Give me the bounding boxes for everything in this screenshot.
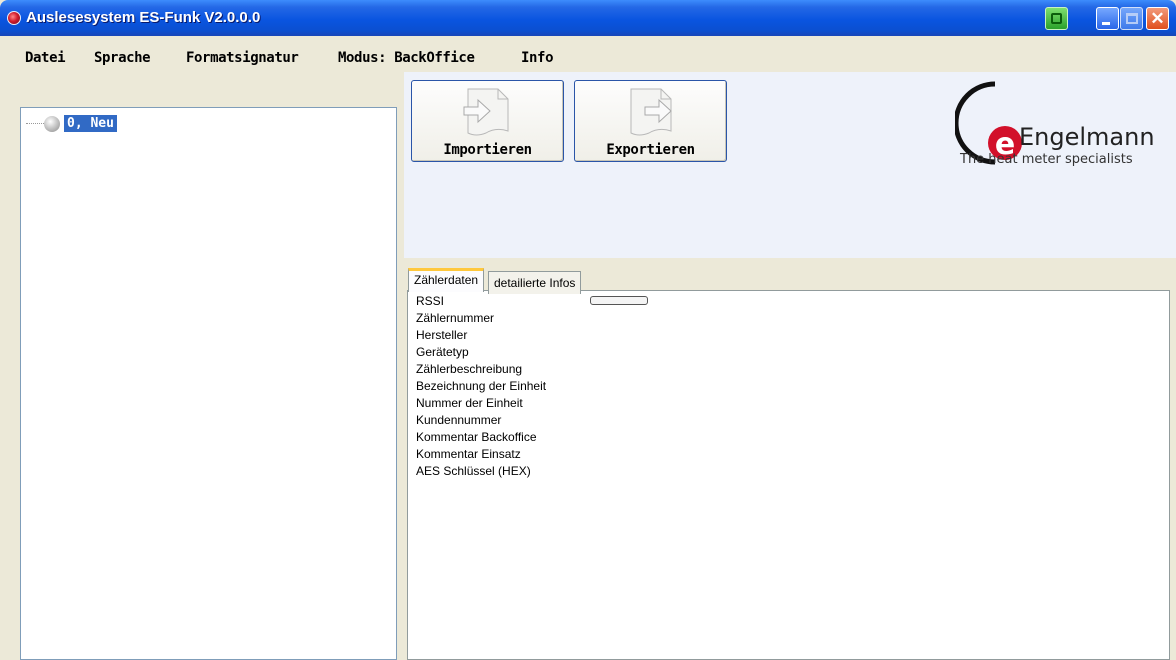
import-button-label: Importieren [443, 142, 532, 158]
export-button-label: Exportieren [606, 142, 695, 158]
tree-connector [26, 123, 44, 124]
menu-datei[interactable]: Datei [25, 50, 66, 66]
close-icon: ✕ [1150, 9, 1165, 28]
menu-bar [0, 36, 1176, 70]
field-geraetetyp: Gerätetyp [416, 345, 469, 359]
logo-tagline: The heat meter specialists [960, 152, 1133, 167]
menu-info[interactable]: Info [521, 50, 554, 66]
tree-node-label[interactable]: 0, Neu [64, 115, 117, 132]
tray-icon [1051, 13, 1062, 24]
rssi-bar [590, 296, 648, 305]
minimize-button[interactable] [1096, 7, 1119, 30]
import-icon [463, 88, 509, 136]
close-button[interactable]: ✕ [1146, 7, 1169, 30]
window-title: Auslesesystem ES-Funk V2.0.0.0 [26, 9, 261, 26]
tab-zaehlerdaten[interactable]: Zählerdaten [408, 268, 485, 292]
tray-icon-button[interactable] [1045, 7, 1068, 30]
tab-detailierte-infos[interactable]: detailierte Infos [488, 271, 582, 294]
export-icon [630, 88, 672, 136]
logo-name: Engelmann [1019, 123, 1155, 151]
field-kommentar-einsatz: Kommentar Einsatz [416, 447, 521, 461]
menu-formatsignatur[interactable]: Formatsignatur [186, 50, 299, 66]
maximize-button[interactable] [1120, 7, 1143, 30]
left-panel-header [10, 72, 397, 106]
app-icon[interactable] [7, 11, 21, 25]
field-aes-schluessel: AES Schlüssel (HEX) [416, 464, 531, 478]
field-nummer-einheit: Nummer der Einheit [416, 396, 523, 410]
tree-node-icon[interactable] [44, 116, 60, 132]
import-button[interactable]: Importieren [411, 80, 564, 162]
device-tree[interactable] [20, 107, 397, 660]
field-zaehlerbeschreibung: Zählerbeschreibung [416, 362, 523, 376]
maximize-icon [1126, 13, 1138, 24]
field-rssi: RSSI [416, 294, 445, 308]
export-button[interactable]: Exportieren [574, 80, 727, 162]
field-hersteller: Hersteller [416, 328, 468, 342]
field-kommentar-backoffice: Kommentar Backoffice [416, 430, 537, 444]
field-zaehlernummer: Zählernummer [416, 311, 495, 325]
menu-sprache[interactable]: Sprache [94, 50, 151, 66]
title-bar: Auslesesystem ES-Funk V2.0.0.0 ✕ [0, 0, 1176, 36]
field-kundennummer: Kundennummer [416, 413, 502, 427]
minimize-icon [1102, 22, 1110, 25]
field-bezeichnung-einheit: Bezeichnung der Einheit [416, 379, 547, 393]
menu-modus[interactable]: Modus: BackOffice [338, 50, 475, 66]
